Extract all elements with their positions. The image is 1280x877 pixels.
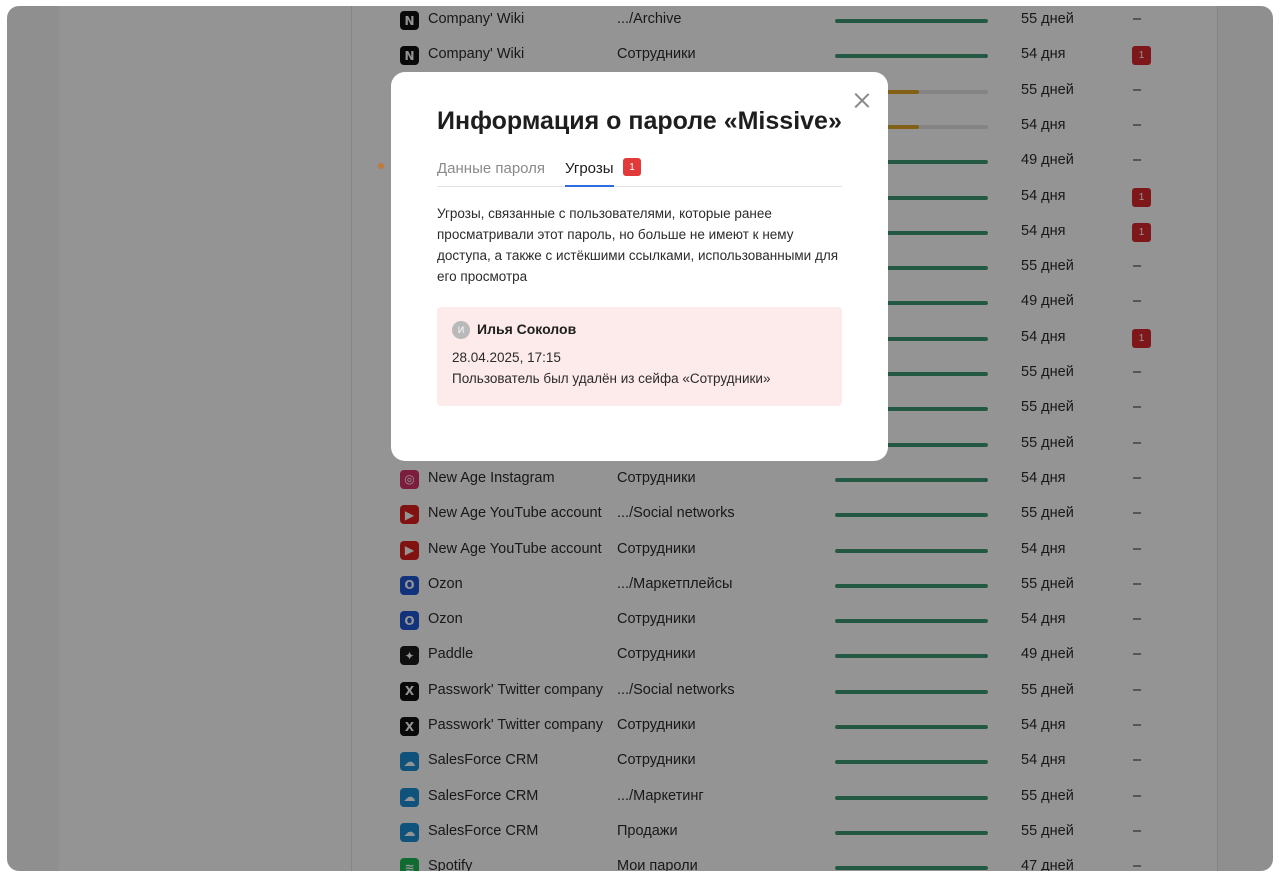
status-dot — [378, 163, 384, 169]
tab-password-data[interactable]: Данные пароля — [437, 160, 545, 177]
threat-user-name: Илья Соколов — [477, 321, 577, 337]
modal-title: Информация о пароле «Missive» — [437, 107, 842, 135]
threat-event-text: Пользователь был удалён из сейфа «Сотруд… — [452, 371, 771, 386]
threats-count-badge: 1 — [623, 158, 641, 176]
modal-tabs: Данные пароля Угрозы 1 — [437, 157, 842, 187]
threat-datetime: 28.04.2025, 17:15 — [452, 350, 561, 365]
tab-threats[interactable]: Угрозы — [565, 160, 614, 187]
threat-card: И Илья Соколов 28.04.2025, 17:15 Пользов… — [437, 307, 842, 406]
avatar: И — [452, 321, 470, 339]
password-info-modal: Информация о пароле «Missive» Данные пар… — [391, 72, 888, 461]
close-icon[interactable] — [852, 90, 872, 110]
threats-description: Угрозы, связанные с пользователями, кото… — [437, 206, 839, 284]
app-window: N Company' Wiki .../Archive 55 дней – N Compan… — [7, 6, 1273, 871]
